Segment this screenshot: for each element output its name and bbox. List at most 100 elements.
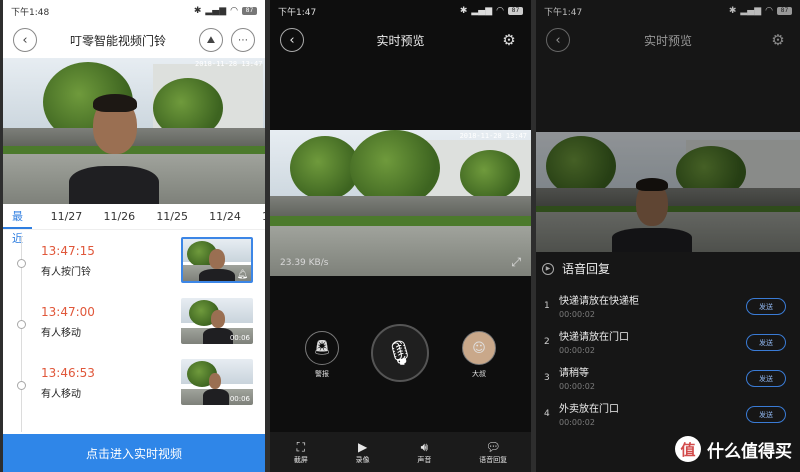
more-button[interactable]: ⋯: [230, 28, 255, 52]
bitrate-label: 23.39 KB/s: [280, 258, 329, 268]
wifi-icon: ◠: [496, 6, 504, 16]
sound-button[interactable]: 🔊︎ 声音: [417, 439, 431, 465]
speaker-icon: 🔊︎: [420, 440, 429, 454]
date-tabs: 最近 11/27 11/26 11/25 11/24 11: [3, 206, 265, 245]
camera-feed: [536, 132, 800, 252]
event-thumbnail[interactable]: 00:06: [181, 359, 253, 405]
enter-live-view-button[interactable]: 点击进入实时视频: [3, 434, 265, 472]
voice-label: 大叔: [472, 370, 486, 378]
tab-date[interactable]: 11: [253, 206, 265, 229]
reply-text: 快递请放在门口: [559, 332, 629, 343]
camera-feed: 2018-11-28 13:47: [270, 130, 531, 276]
visitor: [69, 92, 159, 204]
expand-icon: ⤢: [511, 255, 521, 269]
voice-reply-header: ▶ 语音回复: [542, 260, 610, 277]
event-time: 13:47:15: [41, 244, 95, 258]
microphone-icon: 🎙︎: [384, 339, 416, 367]
gallery-button[interactable]: ⛰: [198, 28, 223, 52]
title-bar: ‹ 叮零智能视频门铃 ⛰ ⋯: [3, 22, 265, 58]
send-button[interactable]: 发送: [746, 334, 786, 351]
status-bar: 下午1:47 ✱ ▂▄▆ ◠ 87: [536, 0, 800, 22]
signal-icon: ▂▄▆: [740, 6, 762, 16]
battery-icon: 87: [508, 7, 523, 15]
gear-icon: ⚙: [502, 31, 516, 49]
signal-icon: ▂▄▆: [205, 6, 227, 16]
reply-text: 请稍等: [559, 368, 589, 379]
settings-button[interactable]: ⚙: [766, 28, 790, 52]
bluetooth-icon: ✱: [193, 6, 202, 16]
page-title: 实时预览: [643, 33, 692, 48]
wifi-icon: ◠: [230, 6, 238, 16]
bottom-toolbar: ⛶ 截屏 ▶︎ 录像 🔊︎ 声音 💬︎ 语音回复: [270, 432, 531, 472]
event-thumbnail[interactable]: 00:06: [181, 298, 253, 344]
more-icon: ⋯: [237, 34, 248, 46]
page-title: 叮零智能视频门铃: [69, 33, 166, 48]
event-duration: 00:06: [229, 334, 250, 342]
reply-text: 快递请放在快递柜: [559, 296, 639, 307]
gear-icon: ⚙: [771, 31, 785, 49]
chat-bubble-icon: 💬︎: [485, 440, 501, 454]
siren-icon: 🚨︎: [313, 340, 331, 356]
reply-duration: 00:00:02: [559, 310, 595, 319]
screenshot-icon: ⛶: [296, 440, 306, 454]
reply-item: 4 外卖放在门口 00:00:02 发送: [536, 398, 800, 434]
reply-duration: 00:00:02: [559, 418, 595, 427]
alarm-button[interactable]: 🚨︎ 警报: [302, 331, 342, 379]
page-title: 实时预览: [376, 33, 425, 48]
play-icon: ▶: [542, 262, 554, 275]
event-time: 13:46:53: [41, 366, 95, 380]
voice-reply-screen: 下午1:47 ✱ ▂▄▆ ◠ 87 ‹ 实时预览 ⚙ ▶ 语音回复 1 快递请放…: [536, 0, 800, 472]
alarm-label: 警报: [315, 370, 329, 378]
tab-recent[interactable]: 最近: [3, 206, 32, 245]
event-duration: 00:06: [229, 395, 250, 403]
reply-duration: 00:00:02: [559, 346, 595, 355]
bluetooth-icon: ✱: [728, 6, 737, 16]
event-desc: 有人移动: [41, 328, 81, 339]
title-bar: ‹ 实时预览 ⚙: [270, 22, 531, 58]
tab-date[interactable]: 11/25: [147, 206, 200, 229]
event-desc: 有人移动: [41, 389, 81, 400]
reply-duration: 00:00:02: [559, 382, 595, 391]
reply-item: 1 快递请放在快递柜 00:00:02 发送: [536, 290, 800, 326]
screenshot-button[interactable]: ⛶ 截屏: [294, 439, 308, 465]
reply-text: 外卖放在门口: [559, 404, 619, 415]
bell-icon: 🔔︎: [236, 270, 248, 280]
tab-date[interactable]: 11/27: [42, 206, 95, 229]
battery-icon: 87: [777, 7, 792, 15]
feed-timestamp: 2018-11-28 13:47: [459, 132, 527, 140]
camera-feed: [3, 58, 265, 204]
bluetooth-icon: ✱: [459, 6, 468, 16]
voice-reply-button[interactable]: 💬︎ 语音回复: [479, 439, 507, 465]
settings-button[interactable]: ⚙: [497, 28, 521, 52]
uncle-avatar-icon: ☺: [472, 340, 486, 356]
tab-date[interactable]: 11/24: [200, 206, 253, 229]
event-item[interactable]: 13:47:00 有人移动 00:06: [3, 296, 265, 356]
back-button[interactable]: ‹: [280, 28, 304, 52]
chevron-left-icon: ‹: [289, 32, 295, 48]
battery-icon: 87: [242, 7, 257, 15]
status-bar: 下午1:47 ✱ ▂▄▆ ◠ 87: [270, 0, 531, 22]
status-time: 下午1:47: [278, 7, 317, 18]
reply-item: 3 请稍等 00:00:02 发送: [536, 362, 800, 398]
event-item[interactable]: 13:46:53 有人移动 00:06: [3, 357, 265, 417]
image-icon: ⛰: [206, 34, 216, 46]
send-button[interactable]: 发送: [746, 406, 786, 423]
event-time: 13:47:00: [41, 305, 95, 319]
send-button[interactable]: 发送: [746, 298, 786, 315]
record-button[interactable]: ▶︎ 录像: [356, 439, 370, 465]
fullscreen-button[interactable]: ⤢: [511, 255, 521, 270]
event-thumbnail[interactable]: 🔔︎: [181, 237, 253, 283]
voice-changer-button[interactable]: ☺ 大叔: [459, 331, 499, 379]
video-camera-icon: ▶︎: [358, 440, 368, 454]
chevron-left-icon: ‹: [555, 32, 561, 48]
event-item[interactable]: 13:47:15 有人按门铃 🔔︎: [3, 235, 265, 295]
back-button[interactable]: ‹: [546, 28, 570, 52]
signal-icon: ▂▄▆: [471, 6, 493, 16]
status-time: 下午1:47: [544, 7, 583, 18]
back-button[interactable]: ‹: [13, 28, 37, 52]
tab-date[interactable]: 11/26: [94, 206, 147, 229]
watermark: 值 什么值得买: [675, 436, 792, 462]
section-title: 语音回复: [562, 262, 611, 276]
talk-button[interactable]: 🎙︎: [371, 324, 429, 382]
send-button[interactable]: 发送: [746, 370, 786, 387]
